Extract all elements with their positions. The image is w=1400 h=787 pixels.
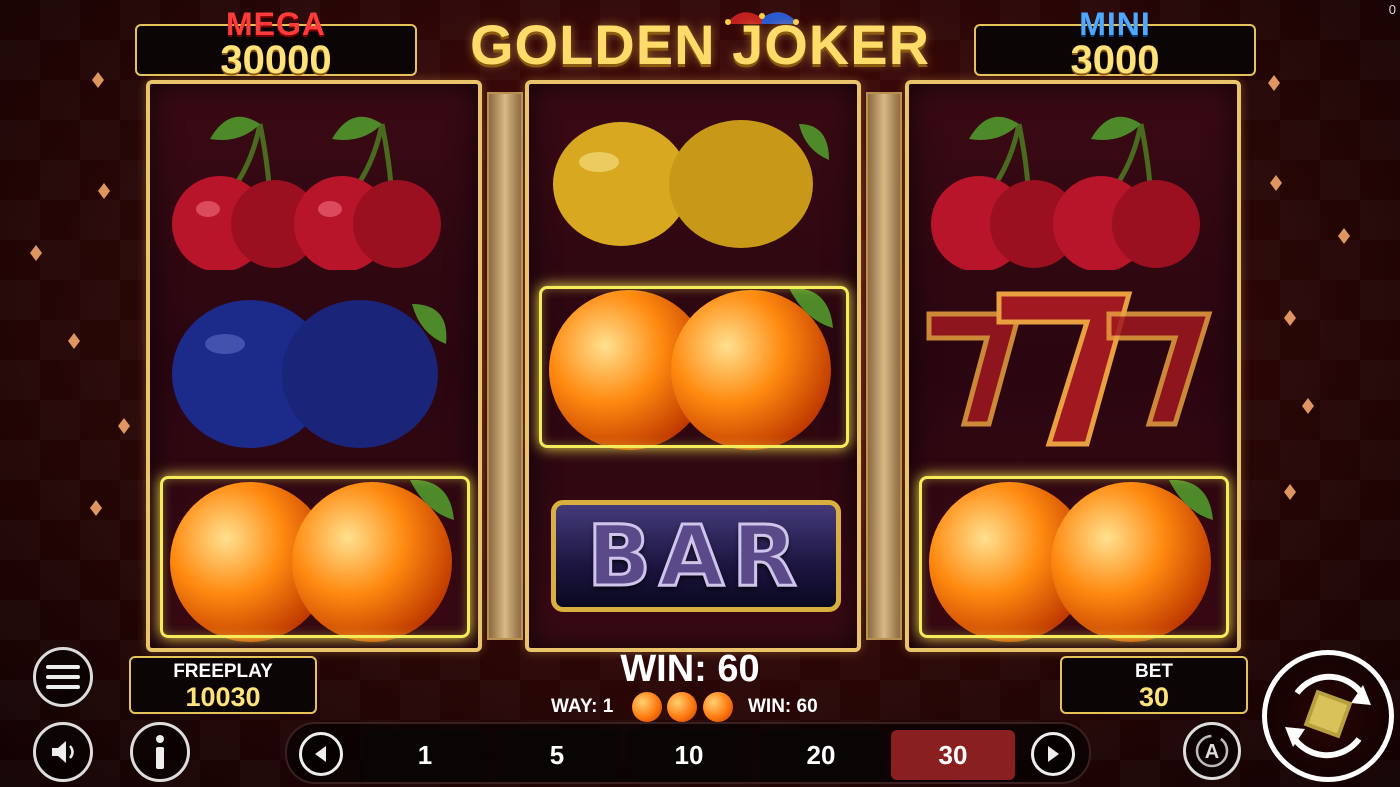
autoplay-button[interactable]: A bbox=[1183, 722, 1241, 780]
win-detail-amount: WIN: 60 bbox=[748, 696, 818, 717]
reel-1 bbox=[146, 80, 482, 652]
chevron-right-icon bbox=[1048, 746, 1059, 762]
bar-plate: BAR bbox=[551, 500, 841, 612]
freeplay-value: 10030 bbox=[185, 682, 261, 712]
chevron-left-icon bbox=[315, 746, 326, 762]
bet-prev-button[interactable] bbox=[299, 732, 343, 776]
freeplay-label: FREEPLAY bbox=[173, 661, 273, 682]
corner-counter: 0 bbox=[1388, 2, 1396, 17]
autoplay-a-icon: A bbox=[1195, 734, 1229, 768]
bet-option-5[interactable]: 5 bbox=[495, 730, 619, 780]
oranges-symbol bbox=[909, 464, 1237, 648]
menu-button[interactable] bbox=[33, 647, 93, 707]
cherries-symbol bbox=[150, 84, 478, 272]
bet-value: 30 bbox=[1138, 682, 1170, 712]
speaker-icon bbox=[52, 741, 74, 763]
bet-option-20[interactable]: 20 bbox=[759, 730, 883, 780]
bet-option-30[interactable]: 30 bbox=[891, 730, 1015, 780]
plums-symbol bbox=[150, 274, 478, 460]
mega-jackpot: MEGA 30000 bbox=[135, 6, 417, 82]
hamburger-menu-icon bbox=[46, 665, 80, 689]
mega-jackpot-value: 30000 bbox=[220, 38, 332, 82]
bar-symbol: BAR bbox=[529, 464, 857, 648]
bet-option-1[interactable]: 1 bbox=[363, 730, 487, 780]
cherries-symbol bbox=[909, 84, 1237, 272]
mini-jackpot: MINI 3000 bbox=[974, 6, 1256, 82]
oranges-symbol bbox=[529, 274, 857, 460]
win-amount: WIN: 60 bbox=[620, 648, 760, 690]
reel-separator bbox=[487, 92, 523, 640]
lemons-symbol bbox=[529, 84, 857, 270]
bar-symbol-text: BAR bbox=[586, 506, 805, 607]
reel-separator bbox=[866, 92, 902, 640]
svg-text:A: A bbox=[1205, 741, 1219, 763]
sound-button[interactable] bbox=[33, 722, 93, 782]
reel-2: BAR bbox=[525, 80, 861, 652]
bet-option-10[interactable]: 10 bbox=[627, 730, 751, 780]
game-title-logo: GOLDEN JOKER 27 bbox=[469, 13, 931, 141]
bet-label: BET bbox=[1135, 661, 1173, 682]
bet-selector: 1 5 10 20 30 bbox=[285, 722, 1091, 784]
reel-3 bbox=[905, 80, 1241, 652]
win-detail: WAY: 1 WIN: 60 bbox=[540, 692, 860, 722]
bet-next-button[interactable] bbox=[1031, 732, 1075, 776]
spin-arrows-icon bbox=[1285, 673, 1371, 759]
bet-display: BET 30 bbox=[1060, 656, 1248, 714]
sevens-symbol bbox=[909, 274, 1237, 460]
info-icon bbox=[156, 735, 164, 769]
orange-icon bbox=[632, 692, 662, 722]
spin-button[interactable] bbox=[1262, 650, 1394, 782]
orange-icon bbox=[667, 692, 697, 722]
win-way-label: WAY: 1 bbox=[551, 696, 614, 717]
info-button[interactable] bbox=[130, 722, 190, 782]
win-highlight-frame bbox=[919, 476, 1229, 638]
win-highlight-frame bbox=[160, 476, 470, 638]
freeplay-balance: FREEPLAY 10030 bbox=[129, 656, 317, 714]
win-highlight-frame bbox=[539, 286, 849, 448]
mini-jackpot-value: 3000 bbox=[1070, 38, 1160, 82]
orange-icon bbox=[703, 692, 733, 722]
oranges-symbol bbox=[150, 464, 478, 648]
